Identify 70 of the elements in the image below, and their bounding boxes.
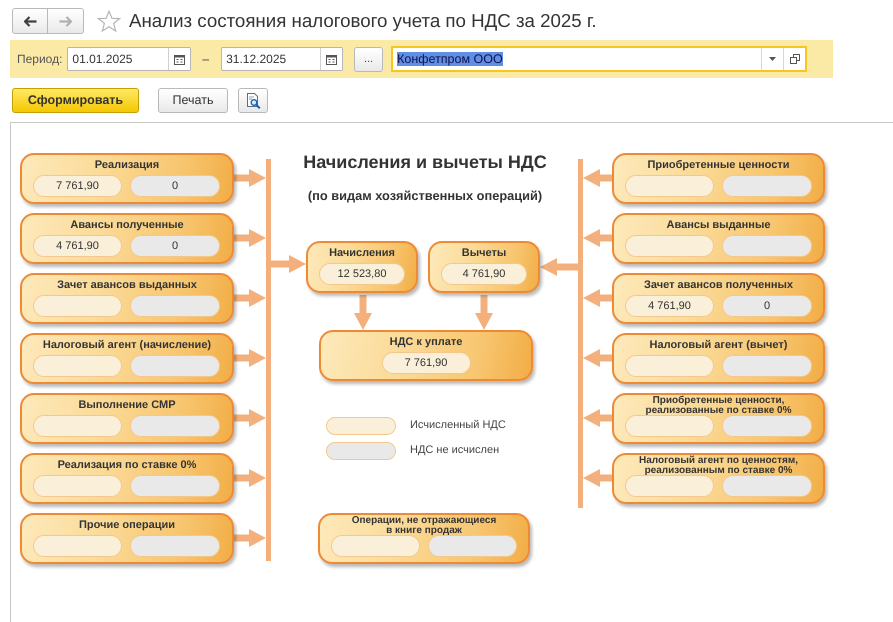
caret-icon (769, 57, 776, 61)
period-label: Период: (17, 51, 62, 68)
calculated-amount-field: 4 761,90 (625, 295, 714, 317)
date-separator: – (202, 51, 210, 68)
node-title: Зачет авансов выданных (57, 279, 197, 292)
node-title: Реализация по ставке 0% (58, 459, 196, 472)
legend-label: НДС не исчислен (410, 444, 500, 457)
arrow (234, 169, 266, 187)
node-title: Налоговый агент (вычет) (650, 339, 788, 352)
arrow (234, 469, 266, 487)
arrow-right-icon (59, 16, 72, 26)
arrow (354, 295, 372, 330)
organization-field[interactable]: Конфетпром ООО (391, 46, 808, 72)
node-title: Авансы полученные (70, 219, 184, 232)
calculated-amount-field: 7 761,90 (33, 175, 122, 197)
node-title: Приобретенные ценности (648, 159, 790, 172)
arrow-left-icon (24, 16, 36, 26)
calendar-icon (174, 54, 186, 64)
uncalculated-amount-field: 0 (130, 175, 220, 197)
legend-swatch-icon (326, 442, 396, 460)
arrow (583, 349, 612, 367)
arrow (540, 258, 578, 276)
node-title: Налоговый агент (начисление) (42, 339, 212, 352)
calendar-icon (326, 54, 338, 64)
arrow (475, 295, 493, 330)
node-title: Вычеты (462, 247, 506, 260)
arrow (583, 289, 612, 307)
diagram-title: Начисления и вычеты НДС (302, 151, 548, 174)
preview-button[interactable] (238, 88, 268, 113)
node-title: Прочие операции (79, 519, 175, 532)
two-squares-icon (790, 54, 800, 64)
arrow (234, 409, 266, 427)
arrow (234, 229, 266, 247)
arrow (583, 409, 612, 427)
uncalculated-amount-field: 0 (722, 295, 812, 317)
calendar-button[interactable] (320, 48, 342, 70)
amount-field: 4 761,90 (441, 263, 527, 285)
uncalculated-amount-field: 0 (130, 235, 220, 257)
star-icon[interactable] (97, 10, 121, 32)
arrow (271, 255, 306, 273)
node-title: Реализация (94, 159, 160, 172)
node-title: НДС к уплате (390, 336, 462, 349)
generate-button[interactable]: Сформировать (12, 88, 139, 113)
window-title: Анализ состояния налогового учета по НДС за 2025 г. (129, 8, 597, 33)
print-button[interactable]: Печать (158, 88, 228, 113)
calendar-button[interactable] (168, 48, 190, 70)
arrow (234, 349, 266, 367)
arrow (234, 529, 266, 547)
amount-field: 7 761,90 (382, 352, 470, 374)
node-title: Зачет авансов полученных (644, 279, 794, 292)
back-button[interactable] (12, 8, 48, 34)
node-title: Авансы выданные (666, 219, 770, 232)
node-title: Выполнение СМР (78, 399, 176, 412)
legend-swatch-icon (326, 417, 396, 435)
select-period-button[interactable]: ... (354, 46, 384, 72)
legend-label: Исчисленный НДС (410, 419, 506, 432)
diagram-subtitle: (по видам хозяйственных операций) (306, 187, 544, 205)
arrow (583, 169, 612, 187)
arrow (583, 229, 612, 247)
document-search-icon (246, 92, 260, 108)
node-title: Налоговый агент по ценностям, реализованным по ставке 0% (638, 456, 800, 476)
date-from-field[interactable]: 01.01.2025 (67, 47, 192, 71)
arrow (583, 469, 612, 487)
arrow (234, 289, 266, 307)
date-to-field[interactable]: 31.12.2025 (221, 47, 344, 71)
node-title: Операции, не отражающиеся в книге продаж (350, 516, 498, 536)
calculated-amount-field: 4 761,90 (33, 235, 122, 257)
amount-field: 12 523,80 (319, 263, 405, 285)
node-title: Начисления (329, 247, 395, 260)
node-title: Приобретенные ценности, реализованные по ставке 0% (644, 396, 792, 416)
